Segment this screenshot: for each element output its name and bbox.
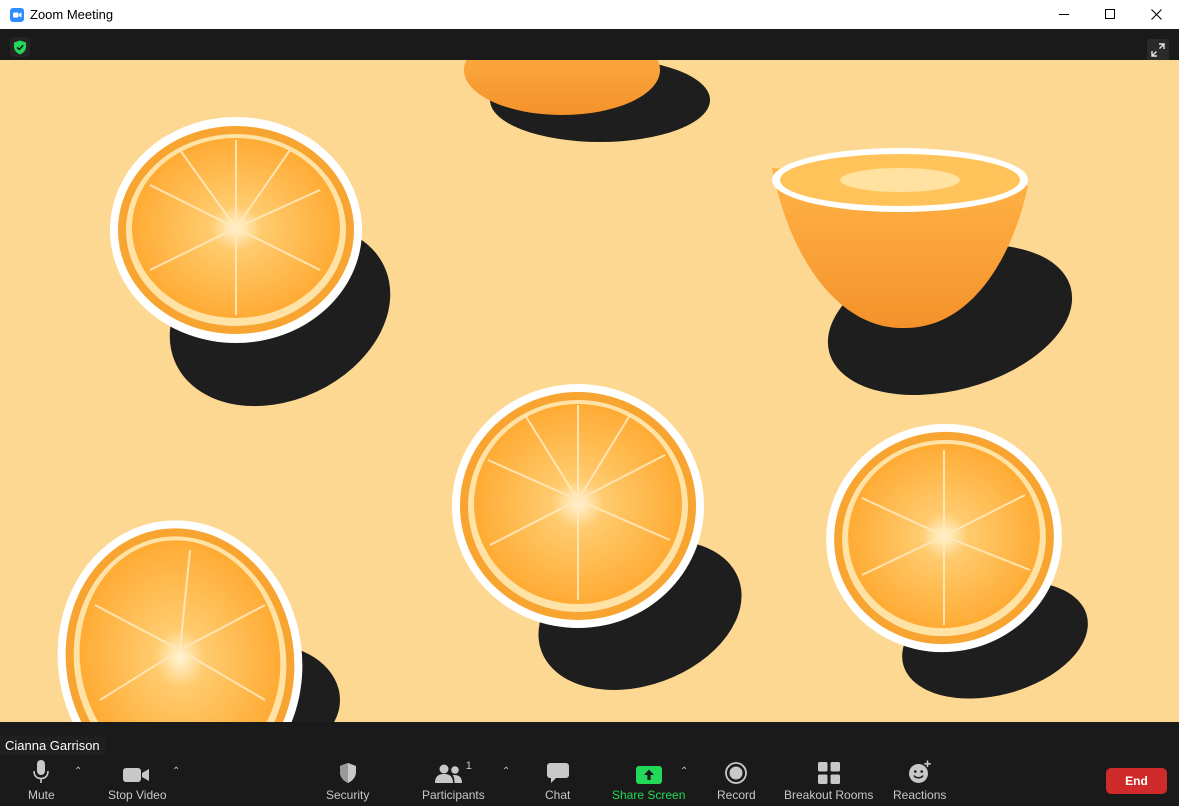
minimize-button[interactable] bbox=[1041, 0, 1087, 29]
grid-icon bbox=[817, 762, 840, 784]
participants-label: Participants bbox=[422, 788, 485, 802]
mute-label: Mute bbox=[28, 788, 55, 802]
stop-video-button[interactable]: Stop Video bbox=[108, 758, 167, 804]
record-button[interactable]: Record bbox=[717, 758, 756, 804]
participant-video bbox=[0, 60, 1179, 722]
stop-video-label: Stop Video bbox=[108, 788, 167, 802]
oranges-background-image bbox=[57, 60, 1088, 722]
participants-count: 1 bbox=[465, 760, 472, 772]
share-screen-button[interactable]: Share Screen bbox=[612, 758, 685, 804]
shield-check-icon bbox=[14, 40, 26, 54]
minimize-icon bbox=[1058, 14, 1069, 15]
title-bar: Zoom Meeting bbox=[0, 0, 1179, 29]
security-button[interactable]: Security bbox=[326, 758, 369, 804]
video-camera-icon bbox=[123, 768, 150, 782]
close-button[interactable] bbox=[1133, 0, 1179, 29]
microphone-icon bbox=[33, 760, 50, 783]
smiley-plus-icon bbox=[908, 760, 931, 783]
participants-options-caret[interactable]: ⌃ bbox=[502, 766, 510, 777]
participant-name-tag: Cianna Garrison bbox=[0, 736, 105, 755]
participants-button[interactable]: 1 Participants bbox=[422, 758, 485, 804]
maximize-icon bbox=[1104, 9, 1115, 19]
speech-bubble-icon bbox=[546, 763, 569, 783]
meeting-toolbar: Mute ⌃ Stop Video ⌃ Security 1 Participa… bbox=[0, 722, 1179, 806]
zoom-app-icon bbox=[10, 7, 24, 22]
breakout-rooms-button[interactable]: Breakout Rooms bbox=[784, 758, 873, 804]
fullscreen-button[interactable] bbox=[1147, 39, 1169, 61]
end-meeting-button[interactable]: End bbox=[1106, 768, 1167, 794]
audio-options-caret[interactable]: ⌃ bbox=[74, 766, 82, 777]
shield-icon bbox=[339, 763, 356, 783]
window-title: Zoom Meeting bbox=[30, 7, 114, 22]
breakout-rooms-label: Breakout Rooms bbox=[784, 788, 874, 802]
encryption-status-button[interactable] bbox=[10, 37, 30, 57]
video-options-caret[interactable]: ⌃ bbox=[172, 766, 180, 777]
reactions-button[interactable]: Reactions bbox=[893, 758, 946, 804]
security-label: Security bbox=[326, 788, 370, 802]
share-arrow-icon bbox=[635, 766, 662, 784]
close-icon bbox=[1150, 9, 1162, 20]
mute-button[interactable]: Mute bbox=[28, 758, 55, 804]
window-controls bbox=[1041, 0, 1179, 29]
record-icon bbox=[725, 762, 748, 784]
people-icon bbox=[434, 764, 462, 783]
maximize-button[interactable] bbox=[1087, 0, 1133, 29]
share-options-caret[interactable]: ⌃ bbox=[680, 766, 688, 777]
reactions-label: Reactions bbox=[893, 788, 947, 802]
meeting-top-strip bbox=[0, 29, 1179, 61]
expand-icon bbox=[1151, 43, 1165, 57]
record-label: Record bbox=[717, 788, 756, 802]
share-screen-label: Share Screen bbox=[612, 788, 686, 802]
chat-label: Chat bbox=[545, 788, 571, 802]
chat-button[interactable]: Chat bbox=[545, 758, 570, 804]
